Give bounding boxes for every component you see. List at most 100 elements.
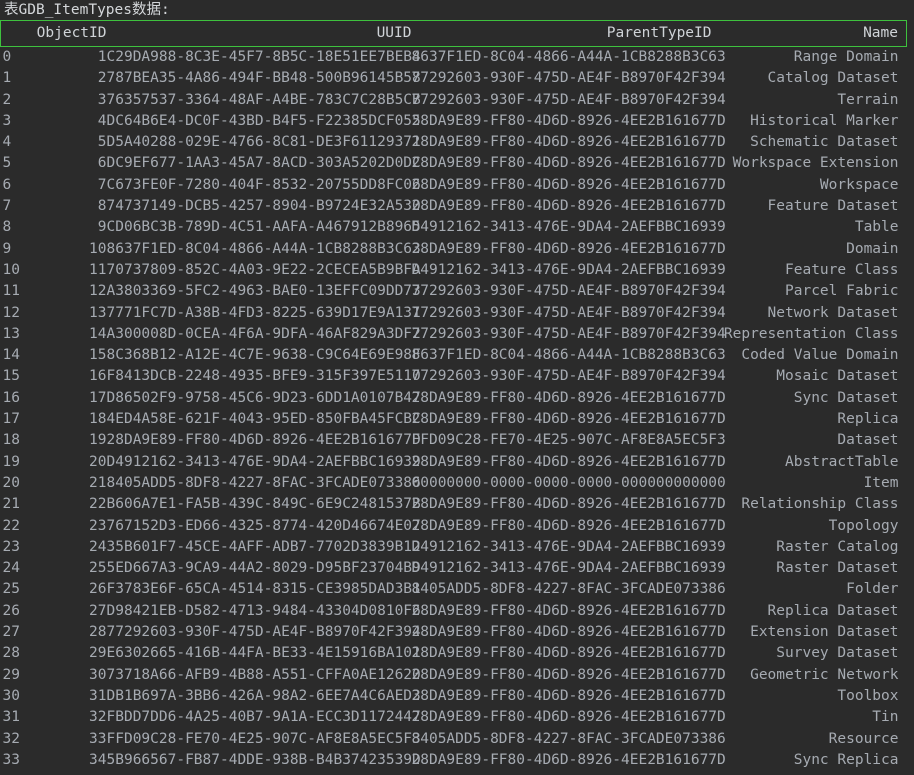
cell-index: 3 — [2, 112, 12, 129]
column-header-name: Name — [711, 20, 907, 47]
cell-name: Parcel Fabric — [785, 283, 899, 300]
cell-name: Catalog Dataset — [767, 70, 899, 87]
data-table: ObjectID UUID ParentTypeID Name 0 1 C29DA9… — [0, 20, 907, 771]
cell-parenttypeid: 77292603-930F-475D-AE4F-B8970F42F394 — [411, 283, 726, 300]
cell-parenttypeid: 28DA9E89-FF80-4D6D-8926-4EE2B161677D — [411, 134, 726, 151]
cell-name: Domain — [846, 240, 899, 257]
cell-index: 23 — [2, 538, 20, 555]
cell-parenttypeid: 28DA9E89-FF80-4D6D-8926-4EE2B161677D — [411, 411, 726, 428]
cell-objectid: 4 — [97, 112, 107, 129]
cell-parenttypeid: D4912162-3413-476E-9DA4-2AEFBBC16939 — [411, 560, 726, 577]
cell-uuid: C673FE0F-7280-404F-8532-20755DD8FC06 — [106, 176, 421, 193]
cell-index: 16 — [2, 389, 20, 406]
cell-uuid: D98421EB-D582-4713-9484-43304D0810F6 — [106, 602, 421, 619]
table-row: 14 15 8C368B12-A12E-4C7E-9638-C9C64E69E98F… — [1, 345, 907, 366]
cell-uuid: 8637F1ED-8C04-4866-A44A-1CB8288B3C63 — [106, 240, 421, 257]
cell-objectid: 7 — [97, 176, 107, 193]
cell-uuid: A300008D-0CEA-4F6A-9DFA-46AF829A3DF2 — [106, 325, 421, 342]
cell-uuid: C29DA988-8C3E-45F7-8B5C-18E51EE7BEB4 — [106, 49, 421, 65]
cell-index: 25 — [2, 581, 20, 598]
cell-objectid: 3 — [97, 91, 107, 108]
table-row: 19 20 D4912162-3413-476E-9DA4-2AEFBBC16939… — [1, 452, 907, 473]
cell-objectid: 1 — [97, 49, 107, 65]
table-row: 30 31 DB1B697A-3BB6-426A-98A2-6EE7A4C6AED3… — [1, 686, 907, 707]
cell-parenttypeid: D4912162-3413-476E-9DA4-2AEFBBC16939 — [411, 219, 726, 236]
table-head: ObjectID UUID ParentTypeID Name — [0, 20, 907, 47]
cell-uuid: FFD09C28-FE70-4E25-907C-AF8E8A5EC5F3 — [106, 730, 421, 747]
cell-index: 33 — [2, 751, 20, 768]
cell-uuid: E6302665-416B-44FA-BE33-4E15916BA101 — [106, 645, 421, 662]
cell-uuid: 77292603-930F-475D-AE4F-B8970F42F394 — [106, 624, 421, 641]
cell-index: 26 — [2, 602, 20, 619]
table-row: 7 8 74737149-DCB5-4257-8904-B9724E32A530 28… — [1, 196, 907, 217]
cell-name: Dataset — [837, 432, 899, 449]
cell-objectid: 28 — [89, 624, 107, 641]
table-row: 21 22 B606A7E1-FA5B-439C-849C-6E9C2481537B… — [1, 494, 907, 515]
cell-uuid: D4912162-3413-476E-9DA4-2AEFBBC16939 — [106, 453, 421, 470]
cell-name: Coded Value Domain — [741, 347, 899, 364]
cell-parenttypeid: 28DA9E89-FF80-4D6D-8926-4EE2B161677D — [411, 751, 726, 768]
cell-parenttypeid: 28DA9E89-FF80-4D6D-8926-4EE2B161677D — [411, 176, 726, 193]
cell-objectid: 29 — [89, 645, 107, 662]
cell-uuid: 74737149-DCB5-4257-8904-B9724E32A530 — [106, 198, 421, 215]
cell-objectid: 13 — [89, 304, 107, 321]
cell-objectid: 32 — [89, 709, 107, 726]
cell-name: Sync Replica — [793, 751, 899, 768]
table-row: 32 33 FFD09C28-FE70-4E25-907C-AF8E8A5EC5F3… — [1, 729, 907, 750]
table-caption: 表GDB_ItemTypes数据: — [4, 2, 170, 18]
cell-parenttypeid: D4912162-3413-476E-9DA4-2AEFBBC16939 — [411, 538, 726, 555]
cell-name: Representation Class — [723, 325, 899, 342]
table-row: 3 4 DC64B6E4-DC0F-43BD-B4F5-F22385DCF055 28… — [1, 111, 907, 132]
cell-uuid: DB1B697A-3BB6-426A-98A2-6EE7A4C6AED3 — [106, 687, 421, 704]
cell-objectid: 9 — [97, 219, 107, 236]
cell-uuid: 8405ADD5-8DF8-4227-8FAC-3FCADE073386 — [106, 474, 421, 491]
cell-uuid: 7771FC7D-A38B-4FD3-8225-639D17E9A131 — [106, 304, 421, 321]
table-row: 8 9 CD06BC3B-789D-4C51-AAFA-A467912B8965 D4… — [1, 217, 907, 238]
table-row: 6 7 C673FE0F-7280-404F-8532-20755DD8FC06 28… — [1, 175, 907, 196]
cell-objectid: 2 — [97, 70, 107, 87]
cell-parenttypeid: 28DA9E89-FF80-4D6D-8926-4EE2B161677D — [411, 687, 726, 704]
cell-parenttypeid: 28DA9E89-FF80-4D6D-8926-4EE2B161677D — [411, 453, 726, 470]
column-header-parenttypeid: ParentTypeID — [411, 20, 712, 47]
cell-parenttypeid: 28DA9E89-FF80-4D6D-8926-4EE2B161677D — [411, 496, 726, 513]
cell-index: 31 — [2, 709, 20, 726]
table-row: 13 14 A300008D-0CEA-4F6A-9DFA-46AF829A3DF2… — [1, 324, 907, 345]
cell-parenttypeid: 77292603-930F-475D-AE4F-B8970F42F394 — [411, 70, 726, 87]
cell-parenttypeid: 28DA9E89-FF80-4D6D-8926-4EE2B161677D — [411, 517, 726, 534]
cell-parenttypeid: 28DA9E89-FF80-4D6D-8926-4EE2B161677D — [411, 602, 726, 619]
cell-parenttypeid: 77292603-930F-475D-AE4F-B8970F42F394 — [411, 91, 726, 108]
cell-objectid: 26 — [89, 581, 107, 598]
cell-parenttypeid: 00000000-0000-0000-0000-000000000000 — [411, 474, 726, 491]
cell-uuid: 28DA9E89-FF80-4D6D-8926-4EE2B161677D — [106, 432, 421, 449]
cell-index: 15 — [2, 368, 20, 385]
cell-name: Range Domain — [793, 49, 899, 65]
cell-parenttypeid: 28DA9E89-FF80-4D6D-8926-4EE2B161677D — [411, 709, 726, 726]
table-row: 18 19 28DA9E89-FF80-4D6D-8926-4EE2B161677D… — [1, 430, 907, 451]
table-row: 4 5 D5A40288-029E-4766-8C81-DE3F61129371 28… — [1, 132, 907, 153]
cell-objectid: 25 — [89, 560, 107, 577]
cell-objectid: 27 — [89, 602, 107, 619]
table-row: 11 12 A3803369-5FC2-4963-BAE0-13EFFC09DD73… — [1, 281, 907, 302]
cell-name: Mosaic Dataset — [776, 368, 899, 385]
cell-name: Replica — [837, 411, 899, 428]
cell-uuid: FBDD7DD6-4A25-40B7-9A1A-ECC3D1172447 — [106, 709, 421, 726]
cell-name: Feature Dataset — [767, 198, 899, 215]
cell-objectid: 18 — [89, 411, 107, 428]
table-row: 23 24 35B601F7-45CE-4AFF-ADB7-7702D3839B12… — [1, 537, 907, 558]
table-row: 26 27 D98421EB-D582-4713-9484-43304D0810F6… — [1, 601, 907, 622]
table-row: 29 30 73718A66-AFB9-4B88-A551-CFFA0AE12620… — [1, 665, 907, 686]
cell-name: Tin — [872, 709, 899, 726]
cell-name: Network Dataset — [767, 304, 899, 321]
cell-name: Table — [854, 219, 899, 236]
cell-parenttypeid: 28DA9E89-FF80-4D6D-8926-4EE2B161677D — [411, 198, 726, 215]
cell-index: 18 — [2, 432, 20, 449]
cell-uuid: 5ED667A3-9CA9-44A2-8029-D95BF23704B9 — [106, 560, 421, 577]
cell-index: 0 — [2, 49, 12, 65]
cell-parenttypeid: 28DA9E89-FF80-4D6D-8926-4EE2B161677D — [411, 666, 726, 683]
cell-parenttypeid: 8405ADD5-8DF8-4227-8FAC-3FCADE073386 — [411, 730, 726, 747]
column-header-objectid: ObjectID — [30, 20, 107, 47]
cell-uuid: DC64B6E4-DC0F-43BD-B4F5-F22385DCF055 — [106, 112, 421, 129]
cell-uuid: F8413DCB-2248-4935-BFE9-315F397E5110 — [106, 368, 421, 385]
cell-parenttypeid: 8637F1ED-8C04-4866-A44A-1CB8288B3C63 — [411, 49, 726, 65]
cell-index: 24 — [2, 560, 20, 577]
